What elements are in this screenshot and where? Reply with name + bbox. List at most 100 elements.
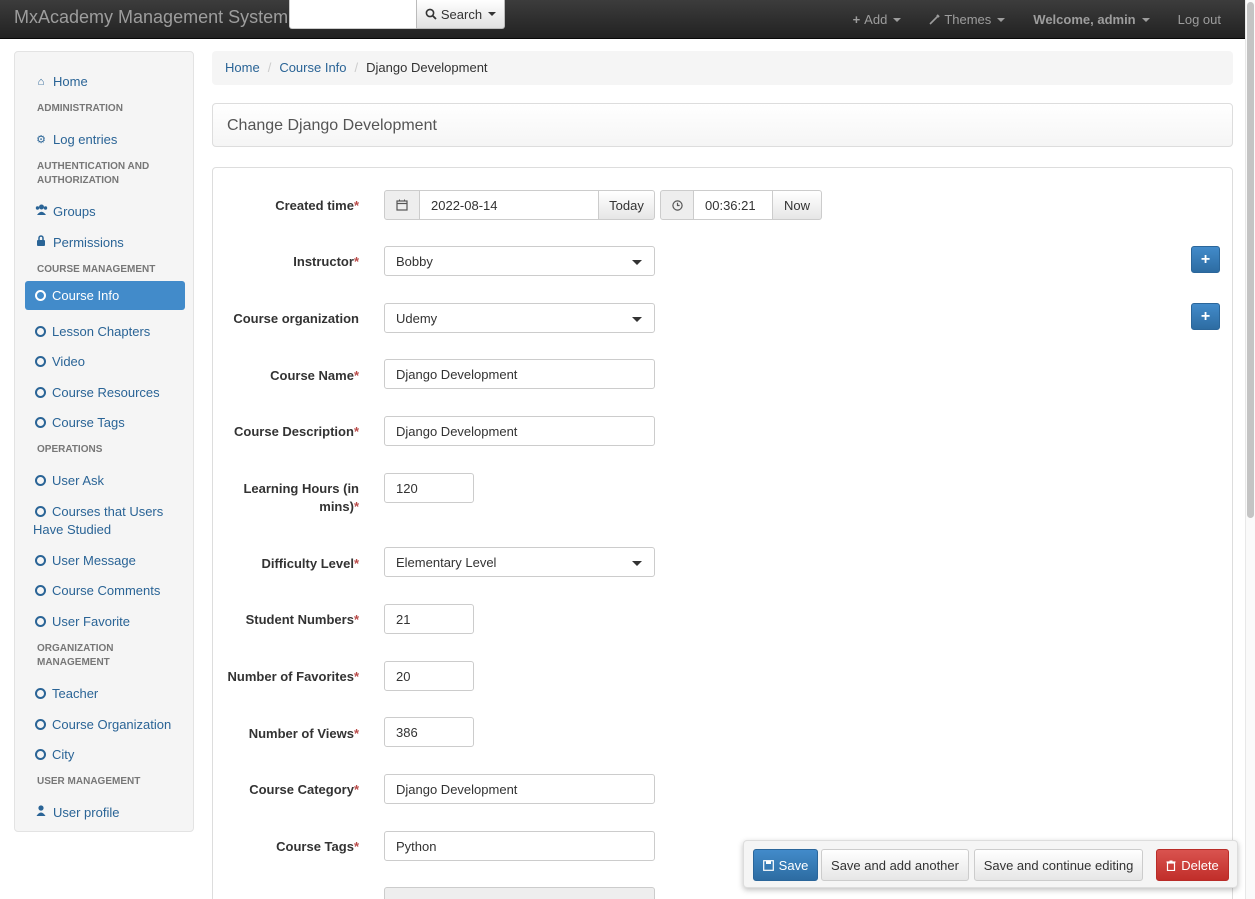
sidebar-item-teacher[interactable]: Teacher [25,679,185,709]
chevron-down-icon [488,12,497,16]
plus-icon: + [1200,307,1211,325]
sidebar-section-administration: ADMINISTRATION [37,103,123,114]
instructor-select-value: Bobby [396,253,433,269]
sidebar-item-user-favorite[interactable]: User Favorite [25,607,185,637]
course-tags-label: Course Tags* [209,838,359,856]
difficulty-level-select[interactable]: Elementary Level [384,547,655,577]
sidebar-item-label: Course Resources [52,385,160,400]
search-icon [425,8,437,20]
sidebar-item-video[interactable]: Video [25,347,185,377]
created-time-label-text: Created time [275,198,354,213]
sidebar-item-label: Log entries [53,132,118,147]
number-of-favorites-input[interactable]: 20 [384,661,474,691]
course-category-label-text: Course Category [249,782,354,797]
sidebar-item-label-continued: Have Studied [33,522,112,537]
breadcrumb-course-info[interactable]: Course Info [279,60,346,76]
user-menu[interactable]: Welcome, admin [1019,0,1163,39]
page-scrollbar[interactable] [1245,0,1255,899]
brand-title[interactable]: MxAcademy Management System [14,7,288,28]
circle-icon [35,749,46,760]
number-of-favorites-label: Number of Favorites* [209,668,359,686]
circle-icon [35,506,46,517]
student-numbers-input[interactable]: 21 [384,604,474,634]
difficulty-level-select-value: Elementary Level [396,554,497,570]
created-date-input[interactable]: 2022-08-14 [419,190,599,220]
sidebar-item-home[interactable]: ⌂ Home [25,67,185,97]
sidebar-item-course-resources[interactable]: Course Resources [25,378,185,408]
today-button[interactable]: Today [598,190,655,220]
save-button[interactable]: Save [753,849,818,881]
sidebar-item-label: Home [53,74,88,89]
required-mark: * [353,198,359,213]
sidebar-item-label: Teacher [52,686,99,701]
sidebar-item-label: User profile [53,805,120,820]
sidebar-item-user-message[interactable]: User Message [25,546,185,576]
instructor-label-text: Instructor [293,254,354,269]
sidebar-item-courses-studied[interactable]: Courses that Users Have Studied [25,497,185,545]
learning-hours-label-line2: mins) [319,499,354,514]
sidebar-item-course-info[interactable]: Course Info [25,281,185,310]
sidebar-item-label: User Message [52,553,136,568]
add-organization-button[interactable]: + [1191,303,1220,330]
delete-button[interactable]: Delete [1156,849,1229,881]
course-tags-label-text: Course Tags [276,839,354,854]
circle-icon [35,585,46,596]
sidebar-item-course-comments[interactable]: Course Comments [25,576,185,606]
user-icon [35,804,47,822]
required-mark: * [353,424,359,439]
learning-hours-input[interactable]: 120 [384,473,474,503]
number-of-views-input[interactable]: 386 [384,717,474,747]
course-tags-input[interactable]: Python [384,831,655,861]
course-description-label-text: Course Description [234,424,354,439]
plus-icon: + [1200,250,1211,268]
add-menu-label: Add [864,12,888,27]
created-time-input[interactable]: 00:36:21 [693,190,773,220]
save-continue-button[interactable]: Save and continue editing [974,849,1143,881]
users-icon [35,203,48,221]
sidebar-item-groups[interactable]: Groups [25,197,185,227]
lock-icon [35,234,47,252]
search-input[interactable] [289,0,417,29]
required-mark: * [353,726,359,741]
course-category-label: Course Category* [209,781,359,799]
sidebar-item-city[interactable]: City [25,740,185,770]
learning-hours-label: Learning Hours (in mins)* [209,480,359,516]
course-description-label: Course Description* [209,423,359,441]
save-add-another-button[interactable]: Save and add another [821,849,969,881]
required-mark: * [353,556,359,571]
scrollbar-thumb[interactable] [1247,2,1254,518]
brush-icon [929,14,941,25]
sidebar-item-user-ask[interactable]: User Ask [25,466,185,496]
course-organization-select-value: Udemy [396,310,438,326]
course-organization-select[interactable]: Udemy [384,303,655,333]
themes-menu[interactable]: Themes [915,0,1019,39]
required-mark: * [353,839,359,854]
sidebar-item-course-organization[interactable]: Course Organization [25,710,185,740]
sidebar-item-permissions[interactable]: Permissions [25,228,185,258]
sidebar-section-organization-management: ORGANIZATION MANAGEMENT [37,643,114,668]
sidebar-item-log-entries[interactable]: ⚙ Log entries [25,125,185,155]
next-field-input[interactable] [384,887,655,899]
chevron-down-icon [632,317,642,322]
sidebar-item-lesson-chapters[interactable]: Lesson Chapters [25,317,185,347]
sidebar-item-user-profile[interactable]: User profile [25,798,185,828]
now-button[interactable]: Now [772,190,822,220]
calendar-icon [384,190,420,220]
circle-icon [35,616,46,627]
sidebar-item-label: Course Organization [52,717,172,732]
chevron-down-icon [1141,17,1150,22]
chevron-down-icon [893,17,902,22]
breadcrumb-home[interactable]: Home [225,60,260,76]
course-category-input[interactable]: Django Development [384,774,655,804]
created-time-label: Created time* [209,197,359,215]
instructor-select[interactable]: Bobby [384,246,655,276]
add-instructor-button[interactable]: + [1191,246,1220,273]
logout-label: Log out [1177,12,1221,27]
sidebar-item-course-tags[interactable]: Course Tags [25,408,185,438]
search-button[interactable]: Search [416,0,505,29]
chevron-down-icon [632,260,642,265]
add-menu[interactable]: + Add [839,0,916,39]
course-description-input[interactable]: Django Development [384,416,655,446]
course-name-input[interactable]: Django Development [384,359,655,389]
logout-link[interactable]: Log out [1164,0,1245,39]
